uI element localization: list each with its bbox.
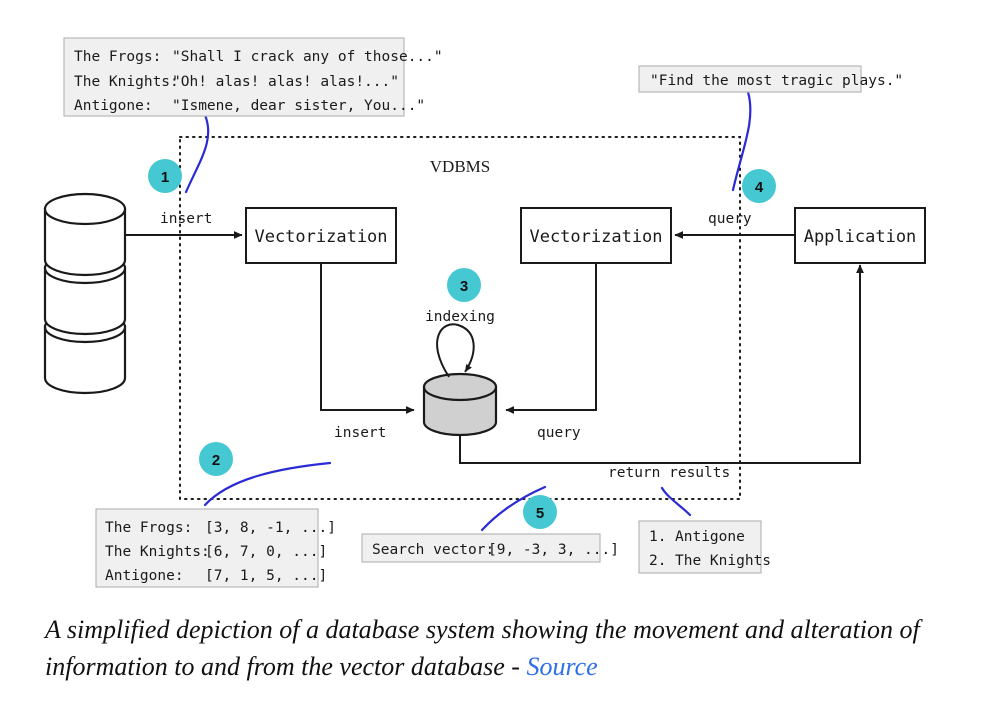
figure-caption-text: A simplified depiction of a database sys…: [45, 615, 920, 681]
result-title-0: Antigone: [675, 529, 745, 545]
result-rank-0: 1.: [649, 529, 666, 545]
panel-document-vectors: The Frogs: [3, 8, -1, ...] The Knights: …: [95, 508, 336, 588]
leader-line-1: [184, 113, 210, 194]
source-link[interactable]: Source: [526, 652, 597, 681]
doc-vector-name-2: Antigone:: [105, 568, 184, 584]
search-vector-value: [9, -3, 3, ...]: [488, 542, 619, 558]
step-badge-5: 5: [523, 495, 557, 529]
vdbms-diagram: VDBMS insert Vectorization insert indexi…: [43, 37, 926, 588]
doc-vector-name-0: The Frogs:: [105, 520, 192, 536]
doc-vector-name-1: The Knights:: [105, 544, 210, 560]
raw-doc-name-2: Antigone:: [74, 98, 153, 114]
figure-caption: A simplified depiction of a database sys…: [45, 612, 945, 686]
panel-user-query: "Find the most tragic plays.": [638, 65, 903, 93]
edge-label-insert-top: insert: [160, 211, 212, 227]
vector-store-icon: [422, 372, 498, 437]
vdbms-title: VDBMS: [430, 157, 490, 176]
step-badge-2-label: 2: [212, 452, 220, 469]
search-vector-label: Search vector:: [372, 542, 494, 558]
raw-doc-value-0: "Shall I crack any of those...": [172, 49, 443, 65]
edge-self-loop-indexing: [436, 323, 475, 378]
raw-doc-value-2: "Ismene, dear sister, You...": [172, 98, 425, 114]
figure-canvas: VDBMS insert Vectorization insert indexi…: [0, 0, 1000, 716]
leader-line-results: [660, 486, 692, 517]
edge-query-vectorization-to-store: [505, 263, 597, 414]
panel-raw-documents: The Frogs: "Shall I crack any of those..…: [63, 37, 443, 117]
source-database-icon: [43, 192, 127, 395]
edge-label-insert-bottom: insert: [334, 425, 386, 441]
step-badge-4: 4: [742, 169, 776, 203]
raw-doc-name-1: The Knights:: [74, 74, 179, 90]
step-badge-1-label: 1: [161, 169, 169, 186]
edge-label-indexing: indexing: [425, 309, 495, 325]
doc-vector-value-2: [7, 1, 5, ...]: [205, 568, 327, 584]
raw-doc-value-1: "Oh! alas! alas! alas!...": [172, 74, 399, 90]
node-vectorization-query-label: Vectorization: [529, 227, 662, 247]
edge-vectorization-to-store: [320, 263, 415, 414]
node-application-label: Application: [804, 227, 917, 247]
edge-label-return-results: return results: [608, 465, 730, 481]
raw-doc-name-0: The Frogs:: [74, 49, 161, 65]
step-badge-3-label: 3: [460, 278, 468, 295]
panel-results: 1. Antigone 2. The Knights: [638, 520, 771, 574]
step-badge-1: 1: [148, 159, 182, 193]
panel-search-vector: Search vector: [9, -3, 3, ...]: [361, 533, 619, 563]
doc-vector-value-1: [6, 7, 0, ...]: [205, 544, 327, 560]
step-badge-2: 2: [199, 442, 233, 476]
result-title-1: The Knights: [675, 553, 771, 569]
node-vectorization-insert-label: Vectorization: [254, 227, 387, 247]
edge-label-query-top: query: [708, 211, 752, 227]
step-badge-5-label: 5: [536, 505, 544, 522]
doc-vector-value-0: [3, 8, -1, ...]: [205, 520, 336, 536]
step-badge-3: 3: [447, 268, 481, 302]
edge-return-results: [459, 264, 864, 464]
result-rank-1: 2.: [649, 553, 666, 569]
edge-label-query-bottom: query: [537, 425, 581, 441]
step-badge-4-label: 4: [755, 179, 764, 196]
user-query-text: "Find the most tragic plays.": [650, 73, 903, 89]
